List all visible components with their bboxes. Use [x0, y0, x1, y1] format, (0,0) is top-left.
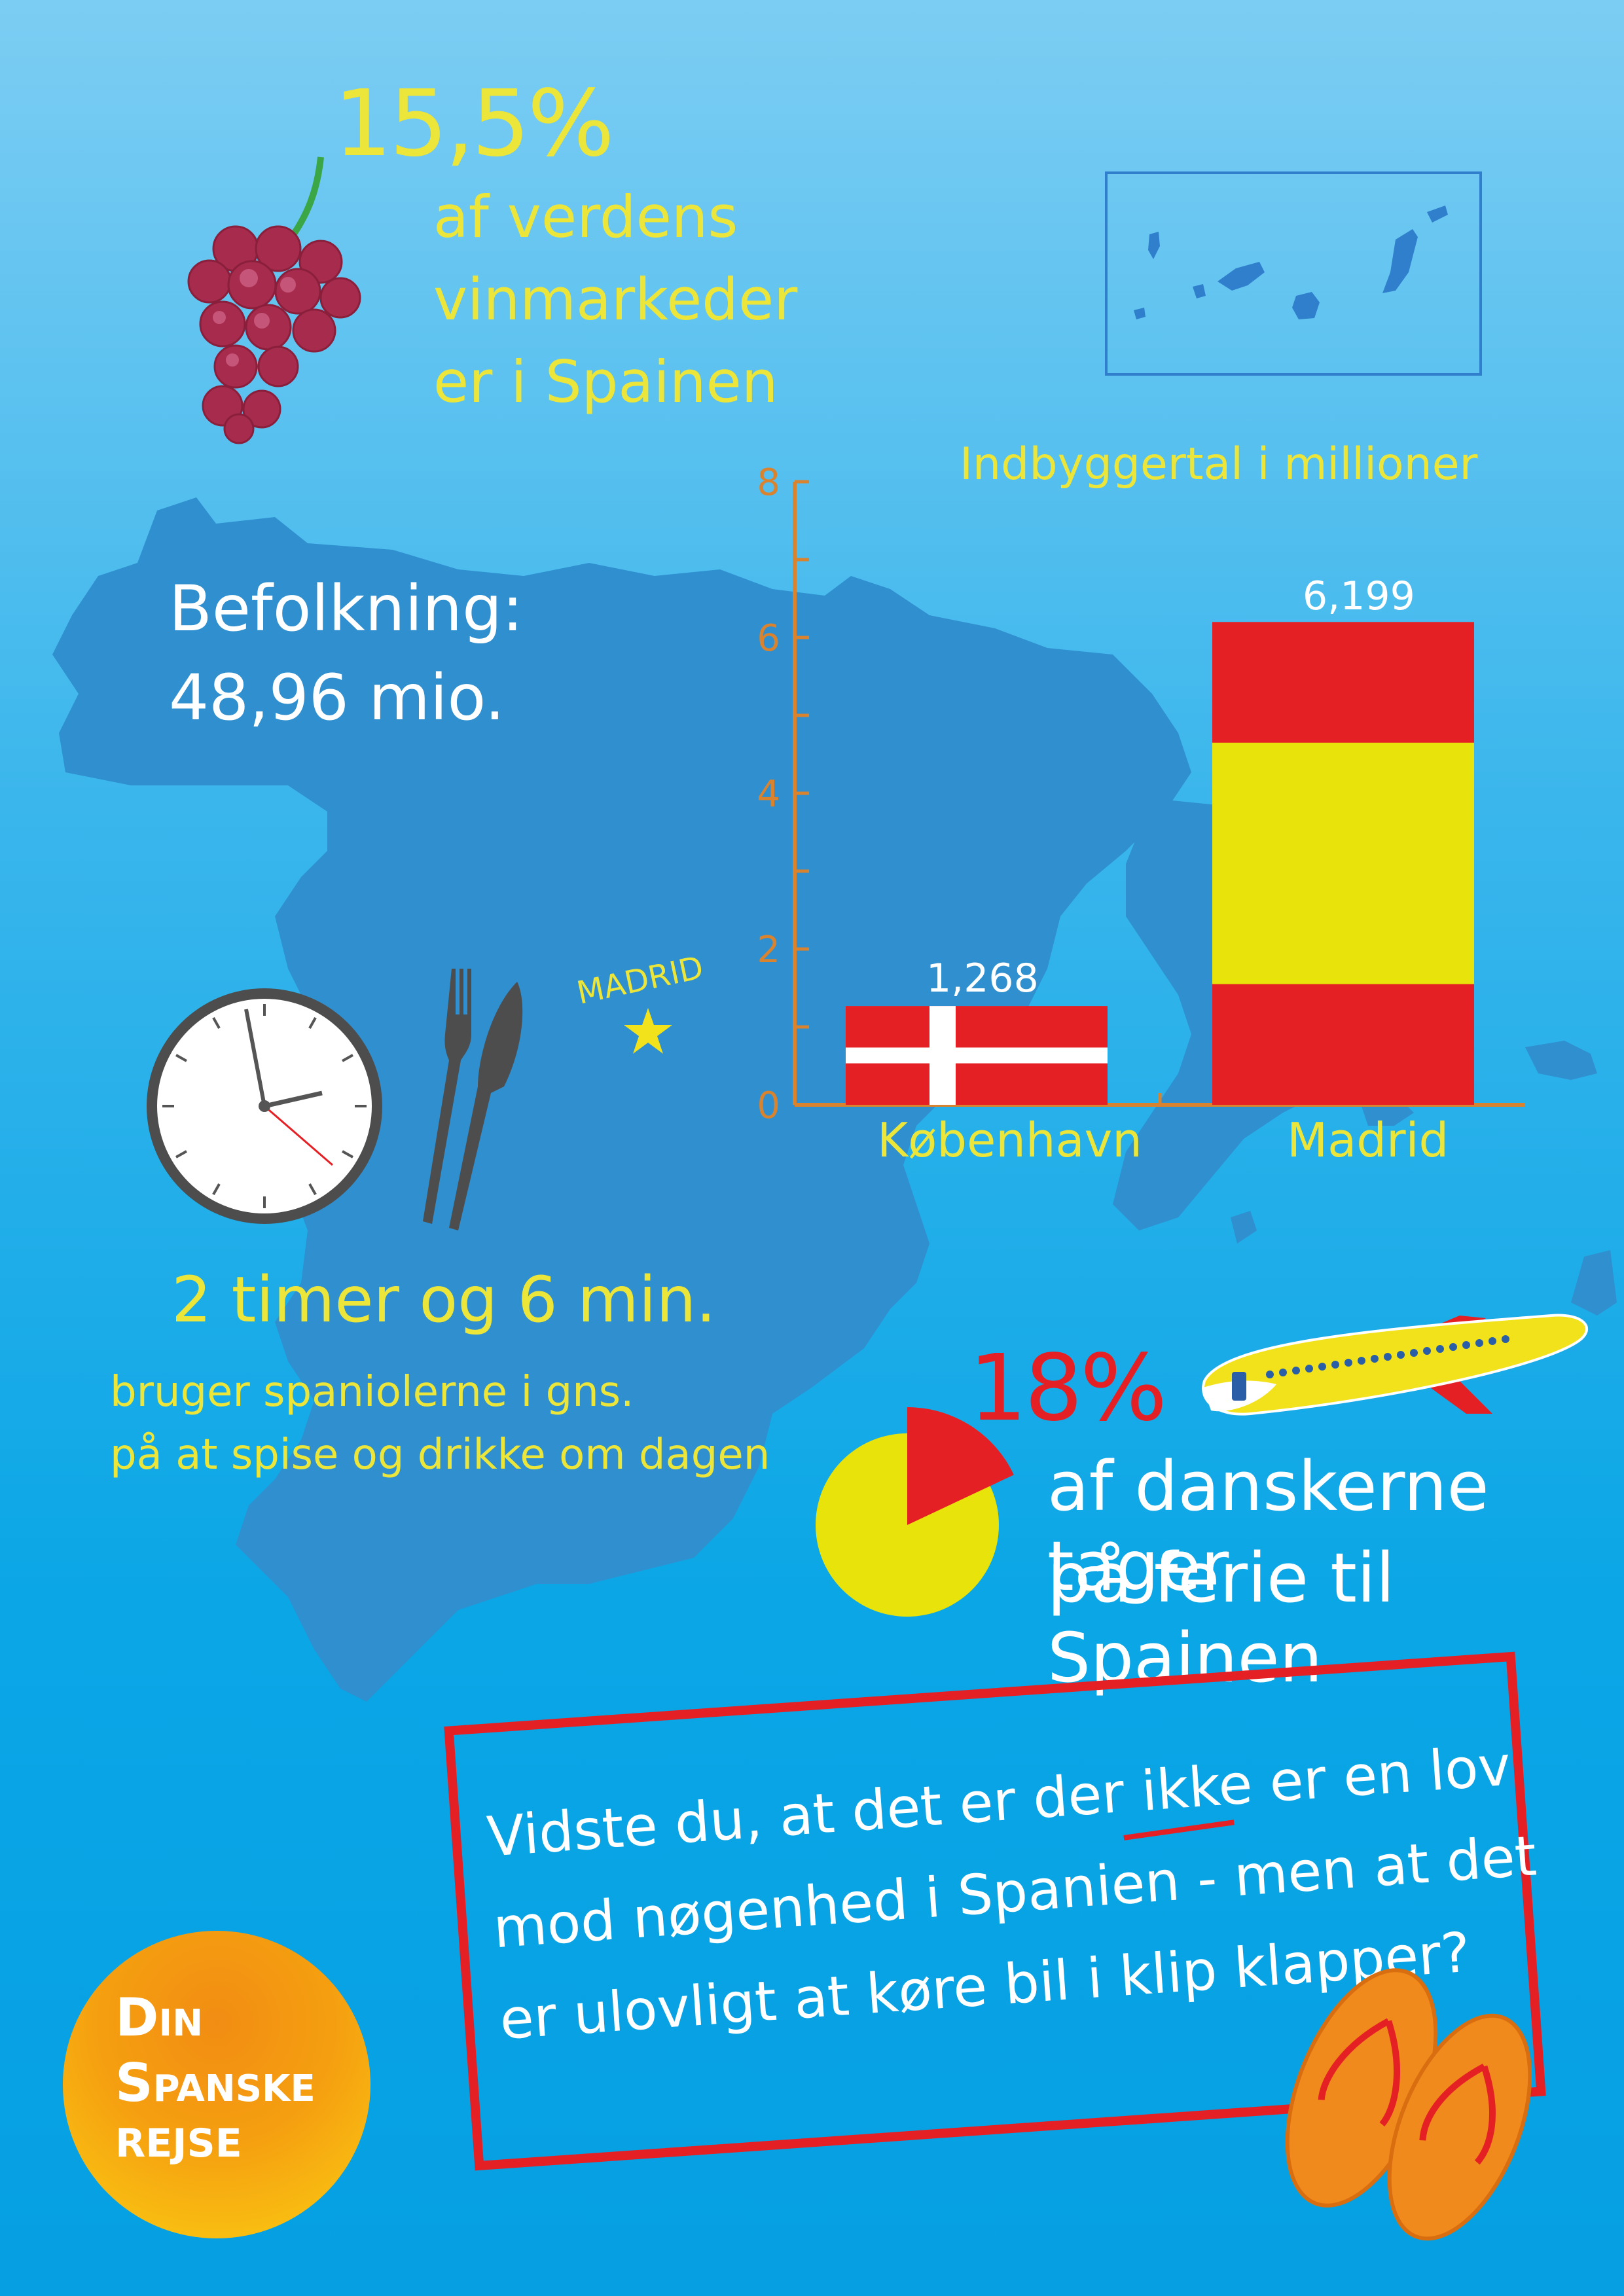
- travel-stat: 18%: [969, 1335, 1167, 1442]
- star-icon: [622, 1005, 674, 1058]
- logo-line-3: rejse: [115, 2121, 242, 2166]
- category-label-kobenhavn: København: [877, 1113, 1142, 1168]
- logo-line-1: Din: [115, 1987, 204, 2048]
- grape-icon: [170, 151, 380, 445]
- dining-text-line-1: bruger spaniolerne i gns.: [110, 1368, 634, 1416]
- value-label-kobenhavn: 1,268: [926, 956, 1039, 1001]
- wine-stat: 15,5%: [334, 71, 615, 177]
- canary-islands-map: [1134, 206, 1448, 319]
- value-label-madrid: 6,199: [1303, 573, 1415, 619]
- wine-text-line-3: er i Spainen: [433, 348, 778, 416]
- logo-badge: Din Spanske rejse: [63, 1931, 370, 2238]
- wine-text-line-2: vinmarkeder: [433, 266, 798, 333]
- chart-title: Indbyggertal i millioner: [960, 439, 1478, 490]
- flip-flops-icon: [1283, 1957, 1532, 2251]
- category-label-madrid: Madrid: [1287, 1113, 1449, 1168]
- dining-text-line-2: på at spise og drikke om dagen: [110, 1431, 770, 1479]
- population-value: 48,96 mio.: [169, 661, 505, 734]
- fork-knife-icon: [412, 962, 530, 1237]
- population-label: Befolkning:: [169, 572, 524, 645]
- wine-text-line-1: af verdens: [433, 183, 738, 251]
- logo-line-2: Spanske: [115, 2053, 316, 2113]
- clock-icon: [143, 984, 386, 1228]
- dining-headline: 2 timer og 6 min.: [171, 1263, 716, 1336]
- canary-islands-inset: [1105, 171, 1482, 376]
- airplane-icon: [1185, 1302, 1597, 1433]
